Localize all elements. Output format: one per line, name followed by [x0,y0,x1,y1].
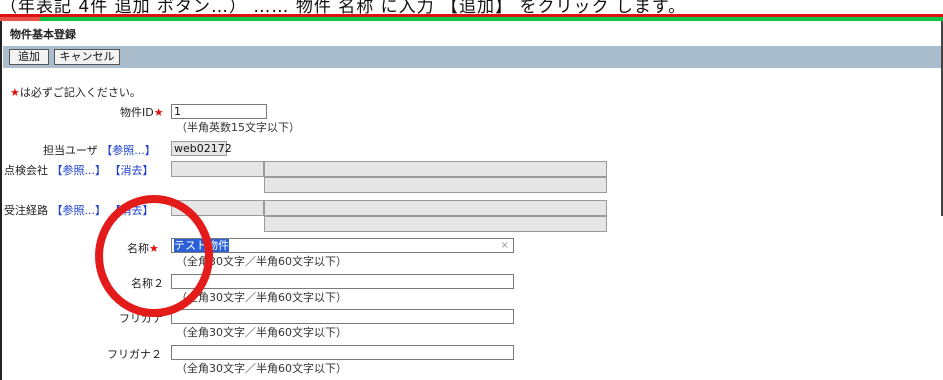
name-input[interactable]: テスト物件 × [171,238,514,253]
header-color-bars [0,14,943,21]
instruction-caption: （年表記 4件 追加 ボタン…） …… 物件 名称 に入力 【追加】 をクリック… [0,0,943,14]
inspection-name-field [264,161,607,177]
user-label: 担当ユーザ [43,144,98,157]
instruction-caption-text: （年表記 4件 追加 ボタン…） …… 物件 名称 に入力 【追加】 をクリック… [0,0,687,14]
inspection-label-row: 点検会社 【参照...】 【消去】 [4,162,154,178]
name-input-value: テスト物件 [174,239,229,252]
required-star-icon: ★ [149,242,159,255]
user-value-field: web02172 [171,141,232,156]
inspection-reference-link[interactable]: 【参照...】 [52,164,107,177]
required-note: ★は必ずご記入ください。 [10,84,141,100]
kana2-label: フリガナ２ [107,348,162,361]
name2-hint: （全角30文字／半角60文字以下） [176,291,347,304]
add-button[interactable]: 追加 [9,49,49,65]
route-label-row: 受注経路 【参照...】 【消去】 [4,202,154,218]
property-id-input[interactable]: 1 [171,104,267,119]
route-name2-field [264,216,607,232]
page-title: 物件基本登録 [10,28,76,41]
inspection-code-field [171,161,264,177]
kana2-input[interactable] [171,345,514,360]
route-name-field [264,200,607,216]
inspection-name2-field [264,177,607,193]
route-label: 受注経路 [4,204,48,217]
name-label: 名称 [127,242,149,255]
required-star-icon: ★ [10,86,20,99]
name2-input[interactable] [171,274,514,289]
name2-label: 名称２ [131,277,164,290]
route-clear-link[interactable]: 【消去】 [110,204,154,217]
clear-icon[interactable]: × [501,239,509,252]
kana-input[interactable] [171,309,514,324]
route-code-field [171,200,264,216]
required-star-icon: ★ [153,106,164,119]
user-label-row: 担当ユーザ 【参照...】 [43,142,156,158]
inspection-clear-link[interactable]: 【消去】 [110,164,154,177]
name-hint: （全角30文字／半角60文字以下） [176,255,347,268]
kana-label: フリガナ [119,312,163,325]
property-id-hint: （半角英数15文字以下） [176,121,300,134]
name-label-row: 名称★ [127,240,159,256]
cancel-button[interactable]: キャンセル [54,49,120,65]
kana-hint: （全角30文字／半角60文字以下） [176,326,347,339]
property-id-label-row: 物件ID★ [120,104,164,120]
property-id-label: 物件ID [120,106,154,119]
kana2-hint: （全角30文字／半角60文字以下） [176,362,347,375]
user-reference-link[interactable]: 【参照...】 [101,144,156,157]
inspection-label: 点検会社 [4,164,48,177]
route-reference-link[interactable]: 【参照...】 [52,204,107,217]
toolbar: 追加 キャンセル [3,46,941,68]
required-note-text: は必ずご記入ください。 [19,86,141,99]
